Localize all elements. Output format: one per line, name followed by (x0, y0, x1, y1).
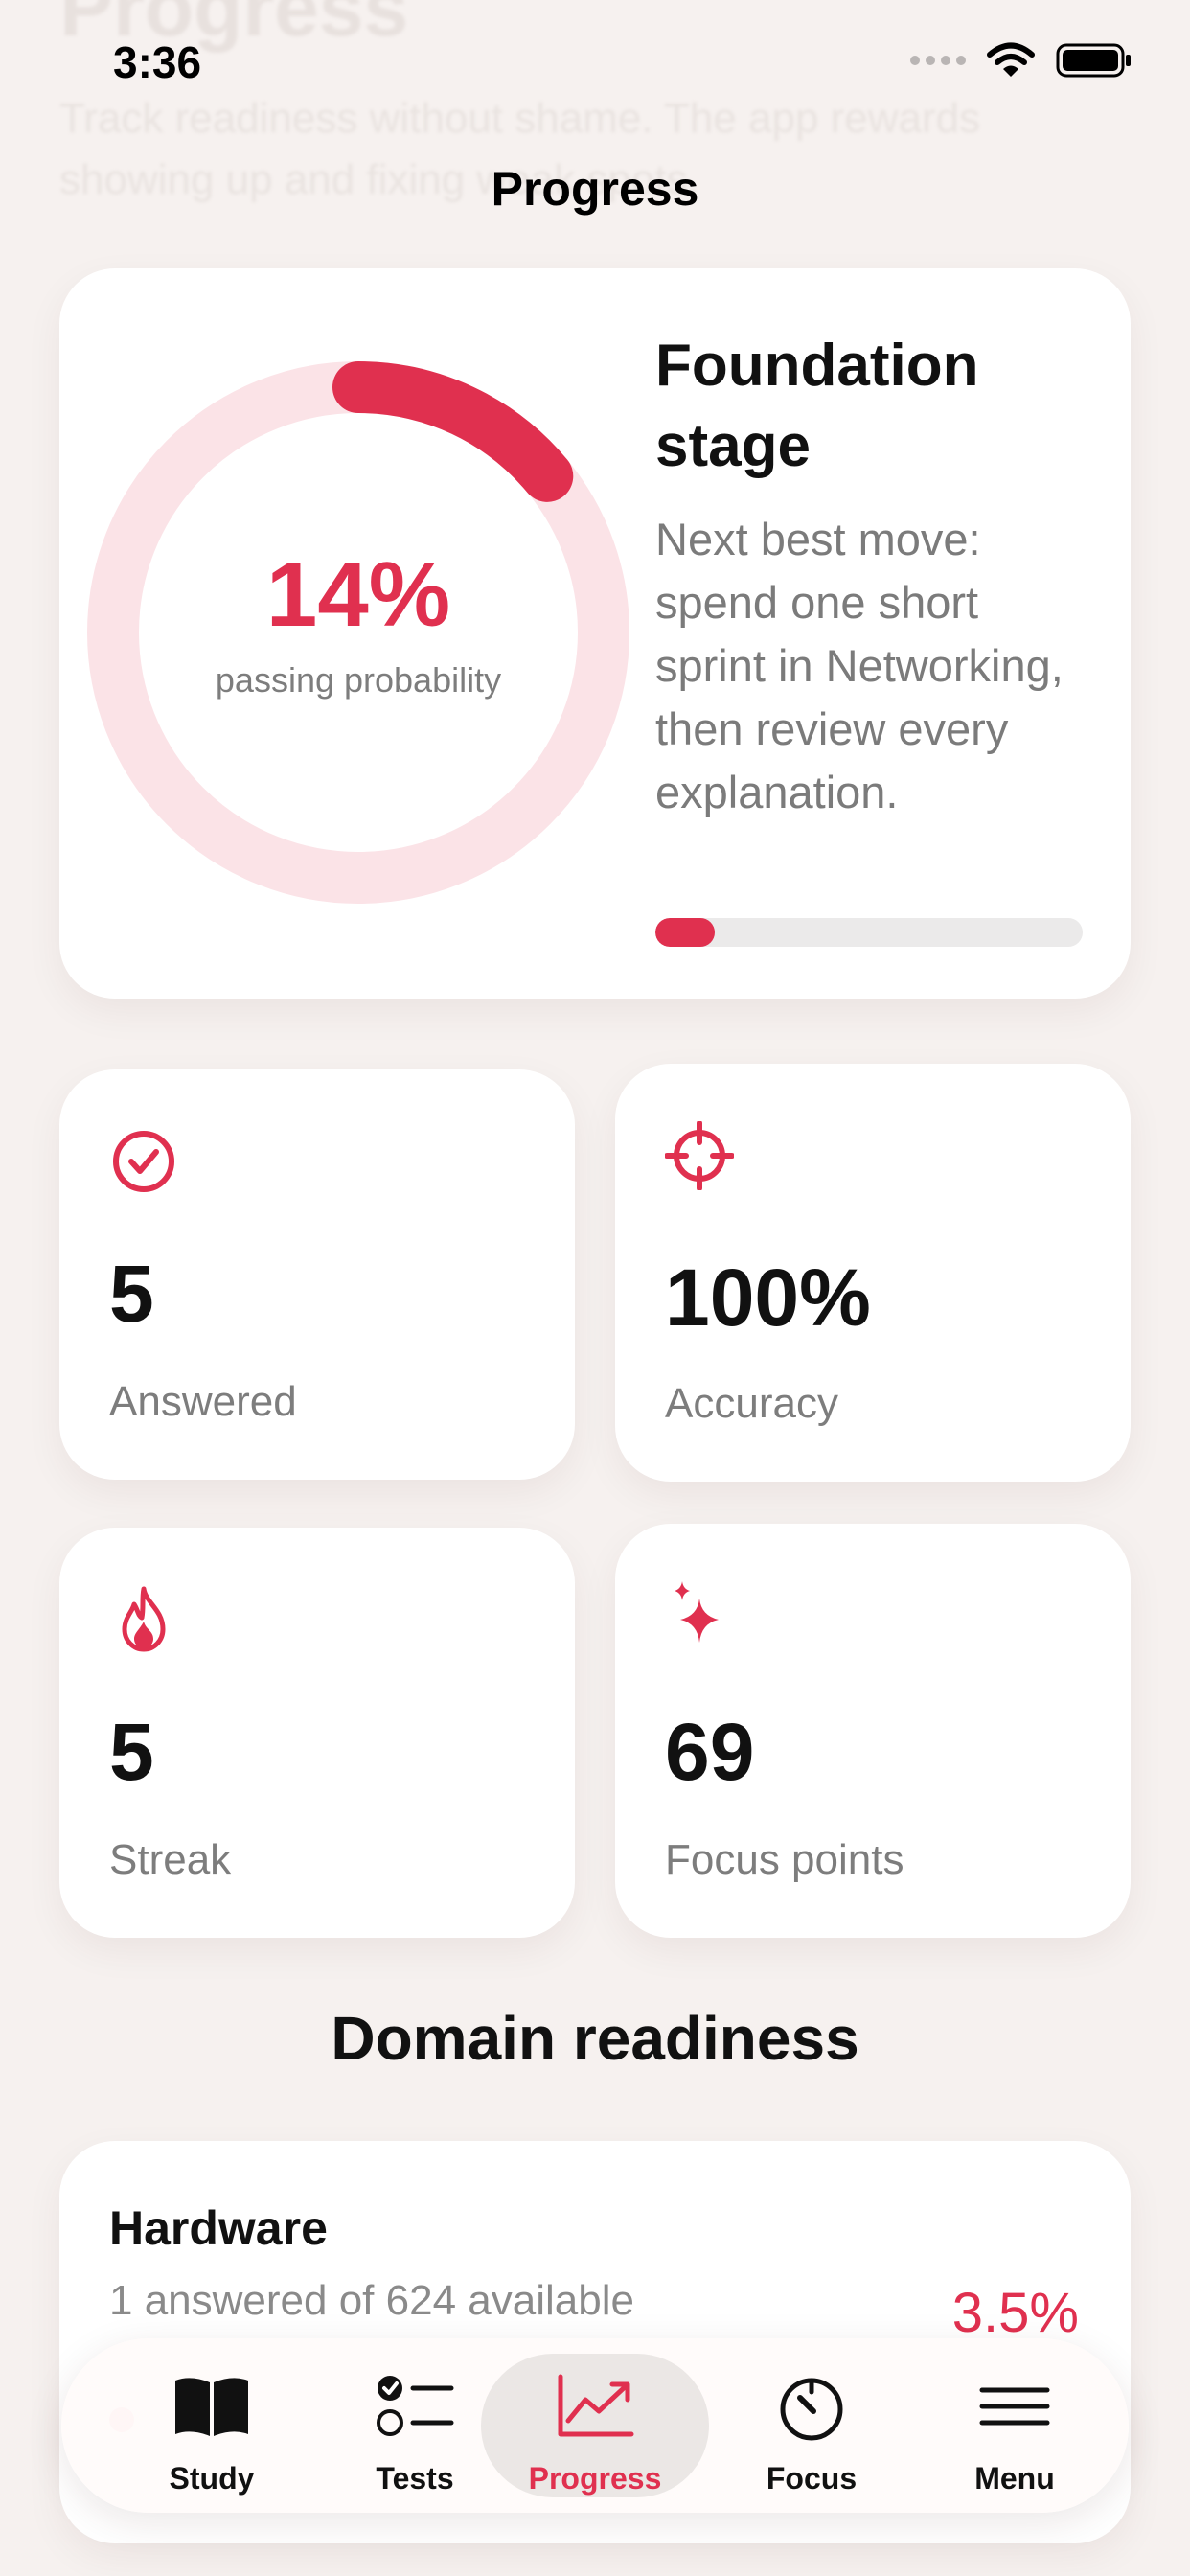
status-time: 3:36 (113, 37, 202, 87)
accuracy-value: 100% (665, 1253, 871, 1343)
checklist-icon (377, 2376, 454, 2436)
domain-name: Hardware (109, 2201, 328, 2255)
status-indicators (910, 42, 1133, 79)
stat-card-answered: 5 Answered (59, 1070, 575, 1480)
tab-menu-label: Menu (974, 2461, 1055, 2496)
book-icon (175, 2378, 248, 2436)
menu-icon (979, 2387, 1050, 2426)
streak-value: 5 (109, 1707, 154, 1797)
battery-icon (1056, 43, 1131, 78)
domain-detail: 1 answered of 624 available (109, 2277, 634, 2324)
stage-title: Foundation stage (655, 333, 979, 479)
accuracy-label: Accuracy (665, 1380, 838, 1427)
streak-label: Streak (109, 1836, 232, 1883)
focus-points-label: Focus points (665, 1836, 904, 1883)
readiness-ring: 14% passing probability (80, 355, 636, 910)
next-move-text: Next best move: spend one short sprint i… (655, 514, 1064, 817)
tab-progress-label: Progress (528, 2461, 662, 2496)
sparkles-icon (675, 1581, 719, 1643)
timer-icon (780, 2378, 843, 2441)
readiness-card: 14% passing probability Foundation stage… (59, 268, 1131, 999)
answered-value: 5 (109, 1249, 154, 1339)
tab-focus-label: Focus (766, 2461, 858, 2496)
tab-progress[interactable]: Progress (481, 2354, 709, 2497)
chart-line-icon (558, 2374, 634, 2437)
stat-card-accuracy: 100% Accuracy (615, 1064, 1131, 1482)
passing-probability-value: 14% (265, 543, 451, 646)
focus-points-value: 69 (665, 1707, 755, 1797)
tab-focus[interactable]: Focus (709, 2354, 914, 2497)
domain-percent: 3.5% (951, 2282, 1079, 2344)
tab-study-label: Study (169, 2461, 255, 2496)
stat-card-streak: 5 Streak (59, 1528, 575, 1938)
answered-label: Answered (109, 1378, 297, 1425)
nav-title: Progress (491, 162, 699, 216)
page-large-title: Progress (59, 0, 409, 53)
check-circle-icon (113, 1131, 174, 1192)
flame-icon (122, 1586, 166, 1652)
tab-menu[interactable]: Menu (912, 2354, 1117, 2497)
tab-bar: Study Tests Progress Focus Menu (61, 2338, 1129, 2513)
cellular-signal-icon (910, 56, 966, 65)
stat-card-focus-points: 69 Focus points (615, 1524, 1131, 1938)
tab-study[interactable]: Study (109, 2354, 314, 2497)
section-title-domain-readiness: Domain readiness (331, 2004, 859, 2073)
stage-progress-bar (655, 918, 1083, 947)
wifi-icon (987, 42, 1035, 77)
passing-probability-label: passing probability (215, 660, 502, 700)
target-icon (665, 1121, 734, 1190)
stage-progress-fill (655, 918, 716, 947)
